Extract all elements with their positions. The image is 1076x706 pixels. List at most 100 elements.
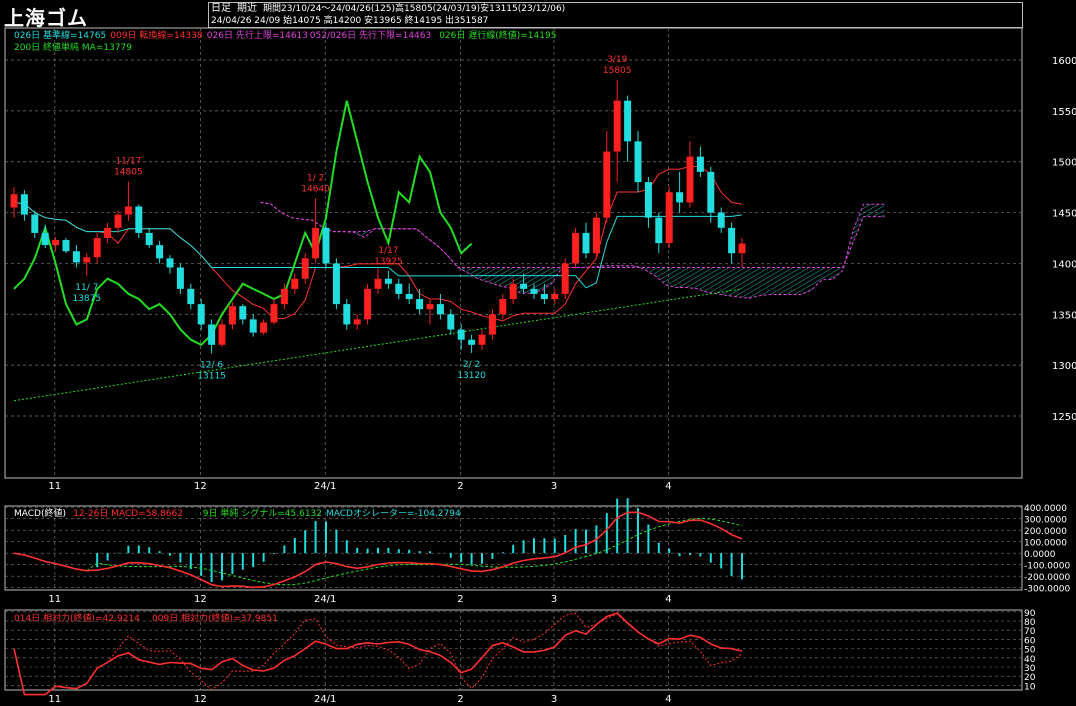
macd-tick-label: -100.0000 xyxy=(1024,562,1070,572)
candle-body xyxy=(83,257,91,263)
candle-body xyxy=(176,267,184,289)
candle-body xyxy=(260,322,268,333)
candle-body xyxy=(135,206,143,233)
rsi-legend-entry: 014日 相対力(終値)=42.9214 xyxy=(14,612,140,624)
annotation-value: 13115 xyxy=(197,371,226,381)
candle-body xyxy=(20,194,28,215)
legend-entry: 026日 先行上限=14613 xyxy=(207,29,308,41)
candle-body xyxy=(249,319,257,333)
annotation-value: 13925 xyxy=(374,257,403,267)
candle-body xyxy=(676,192,684,203)
candle-body xyxy=(634,141,642,183)
candle-body xyxy=(104,227,112,238)
x-tick-label: 3 xyxy=(551,481,557,492)
x-tick-label: 24/1 xyxy=(314,594,336,605)
candle-body xyxy=(551,293,559,300)
candle-body xyxy=(738,243,746,254)
legend-entry: 052/026日 先行下限=14463 xyxy=(310,29,431,41)
annotation-date: 1/ 2 xyxy=(307,173,324,183)
candle-body xyxy=(166,258,174,268)
candle-body xyxy=(187,288,195,305)
candle-body xyxy=(332,263,340,305)
macd-tick-label: -300.0000 xyxy=(1024,585,1070,595)
x-tick-label: 11 xyxy=(48,481,61,492)
candle-body xyxy=(520,283,528,289)
x-tick-label: 24/1 xyxy=(314,481,336,492)
legend-entry: 200日 終値単純 MA=13779 xyxy=(14,41,132,53)
price-tick-label: 15500 xyxy=(1052,107,1076,118)
macd-legend-entry: MACDオシレーター=-104.2794 xyxy=(326,508,461,519)
annotation-value: 13875 xyxy=(72,294,101,304)
candle-body xyxy=(696,156,704,172)
candle-body xyxy=(343,304,351,325)
annotation-date: 2/ 2 xyxy=(463,360,480,370)
x-tick-label: 12 xyxy=(194,694,207,705)
tenkan-line xyxy=(13,166,743,322)
chart-canvas[interactable]: 16000 15500 15000 14500 14000 13500 13000 12500… xyxy=(0,0,1076,706)
candle-body xyxy=(156,245,164,259)
candle-body xyxy=(468,339,476,345)
candle-body xyxy=(488,314,496,335)
candle-body xyxy=(478,334,486,345)
price-tick-label: 16000 xyxy=(1052,56,1076,67)
candle-body xyxy=(395,283,403,294)
candle-body xyxy=(280,288,288,305)
candle-body xyxy=(405,293,413,300)
x-tick-label: 24/1 xyxy=(314,694,336,705)
x-tick-label: 12 xyxy=(194,594,207,605)
candle-body xyxy=(62,240,70,252)
x-tick-label: 3 xyxy=(551,594,557,605)
candle-body xyxy=(322,227,330,264)
price-tick-label: 14000 xyxy=(1052,259,1076,270)
annotation-date: 11/17 xyxy=(115,157,141,167)
candle-body xyxy=(52,240,60,246)
candle-body xyxy=(31,214,39,233)
macd-tick-label: 0.0000 xyxy=(1024,550,1056,560)
x-tick-label: 3 xyxy=(551,694,557,705)
candle-body xyxy=(301,258,309,279)
candle-body xyxy=(572,232,580,264)
candle-body xyxy=(416,299,424,310)
price-tick-label: 14500 xyxy=(1052,209,1076,220)
macd-tick-label: 200.0000 xyxy=(1024,527,1067,537)
candle-body xyxy=(145,232,153,246)
x-tick-label: 2 xyxy=(457,594,463,605)
candle-body xyxy=(530,288,538,294)
candle-body xyxy=(592,217,600,254)
annotation-value: 14640 xyxy=(301,184,330,194)
candle-body xyxy=(10,194,18,208)
annotation-date: 11/ 7 xyxy=(75,283,98,293)
price-tick-label: 13000 xyxy=(1052,361,1076,372)
price-tick-label: 13500 xyxy=(1052,310,1076,321)
candle-body xyxy=(457,329,465,340)
candle-body xyxy=(509,283,517,300)
annotation-date: 3/19 xyxy=(607,55,627,65)
annotation-value: 14805 xyxy=(114,168,143,178)
candle-body xyxy=(364,288,372,320)
ma200-line xyxy=(13,288,743,402)
rsi-tick-label: 10 xyxy=(1024,682,1036,692)
candle-body xyxy=(624,100,632,142)
x-tick-label: 4 xyxy=(665,694,671,705)
macd-legend-entry: MACD(終値) xyxy=(14,507,66,519)
candle-body xyxy=(665,192,673,244)
candle-body xyxy=(374,278,382,289)
candle-body xyxy=(353,319,361,325)
candle-body xyxy=(208,324,216,345)
candle-body xyxy=(312,227,320,259)
candle-body xyxy=(582,232,590,254)
candle-body xyxy=(93,238,101,258)
macd-legend-entry: 12-26日 MACD=58.8662 xyxy=(73,508,183,519)
annotation-date: 1/17 xyxy=(378,246,398,256)
legend-entry: 026日 遅行線(終値)=14195 xyxy=(439,29,556,41)
annotation-date: 12/ 6 xyxy=(200,360,223,370)
candle-body xyxy=(540,293,548,300)
legend-entry: 026日 基準線=14765 xyxy=(14,29,106,41)
candle-body xyxy=(707,171,715,213)
candle-body xyxy=(218,324,226,345)
x-tick-label: 12 xyxy=(194,481,207,492)
candle-body xyxy=(114,214,122,228)
candle-body xyxy=(603,151,611,218)
x-tick-label: 4 xyxy=(665,594,671,605)
candle-body xyxy=(655,217,663,244)
